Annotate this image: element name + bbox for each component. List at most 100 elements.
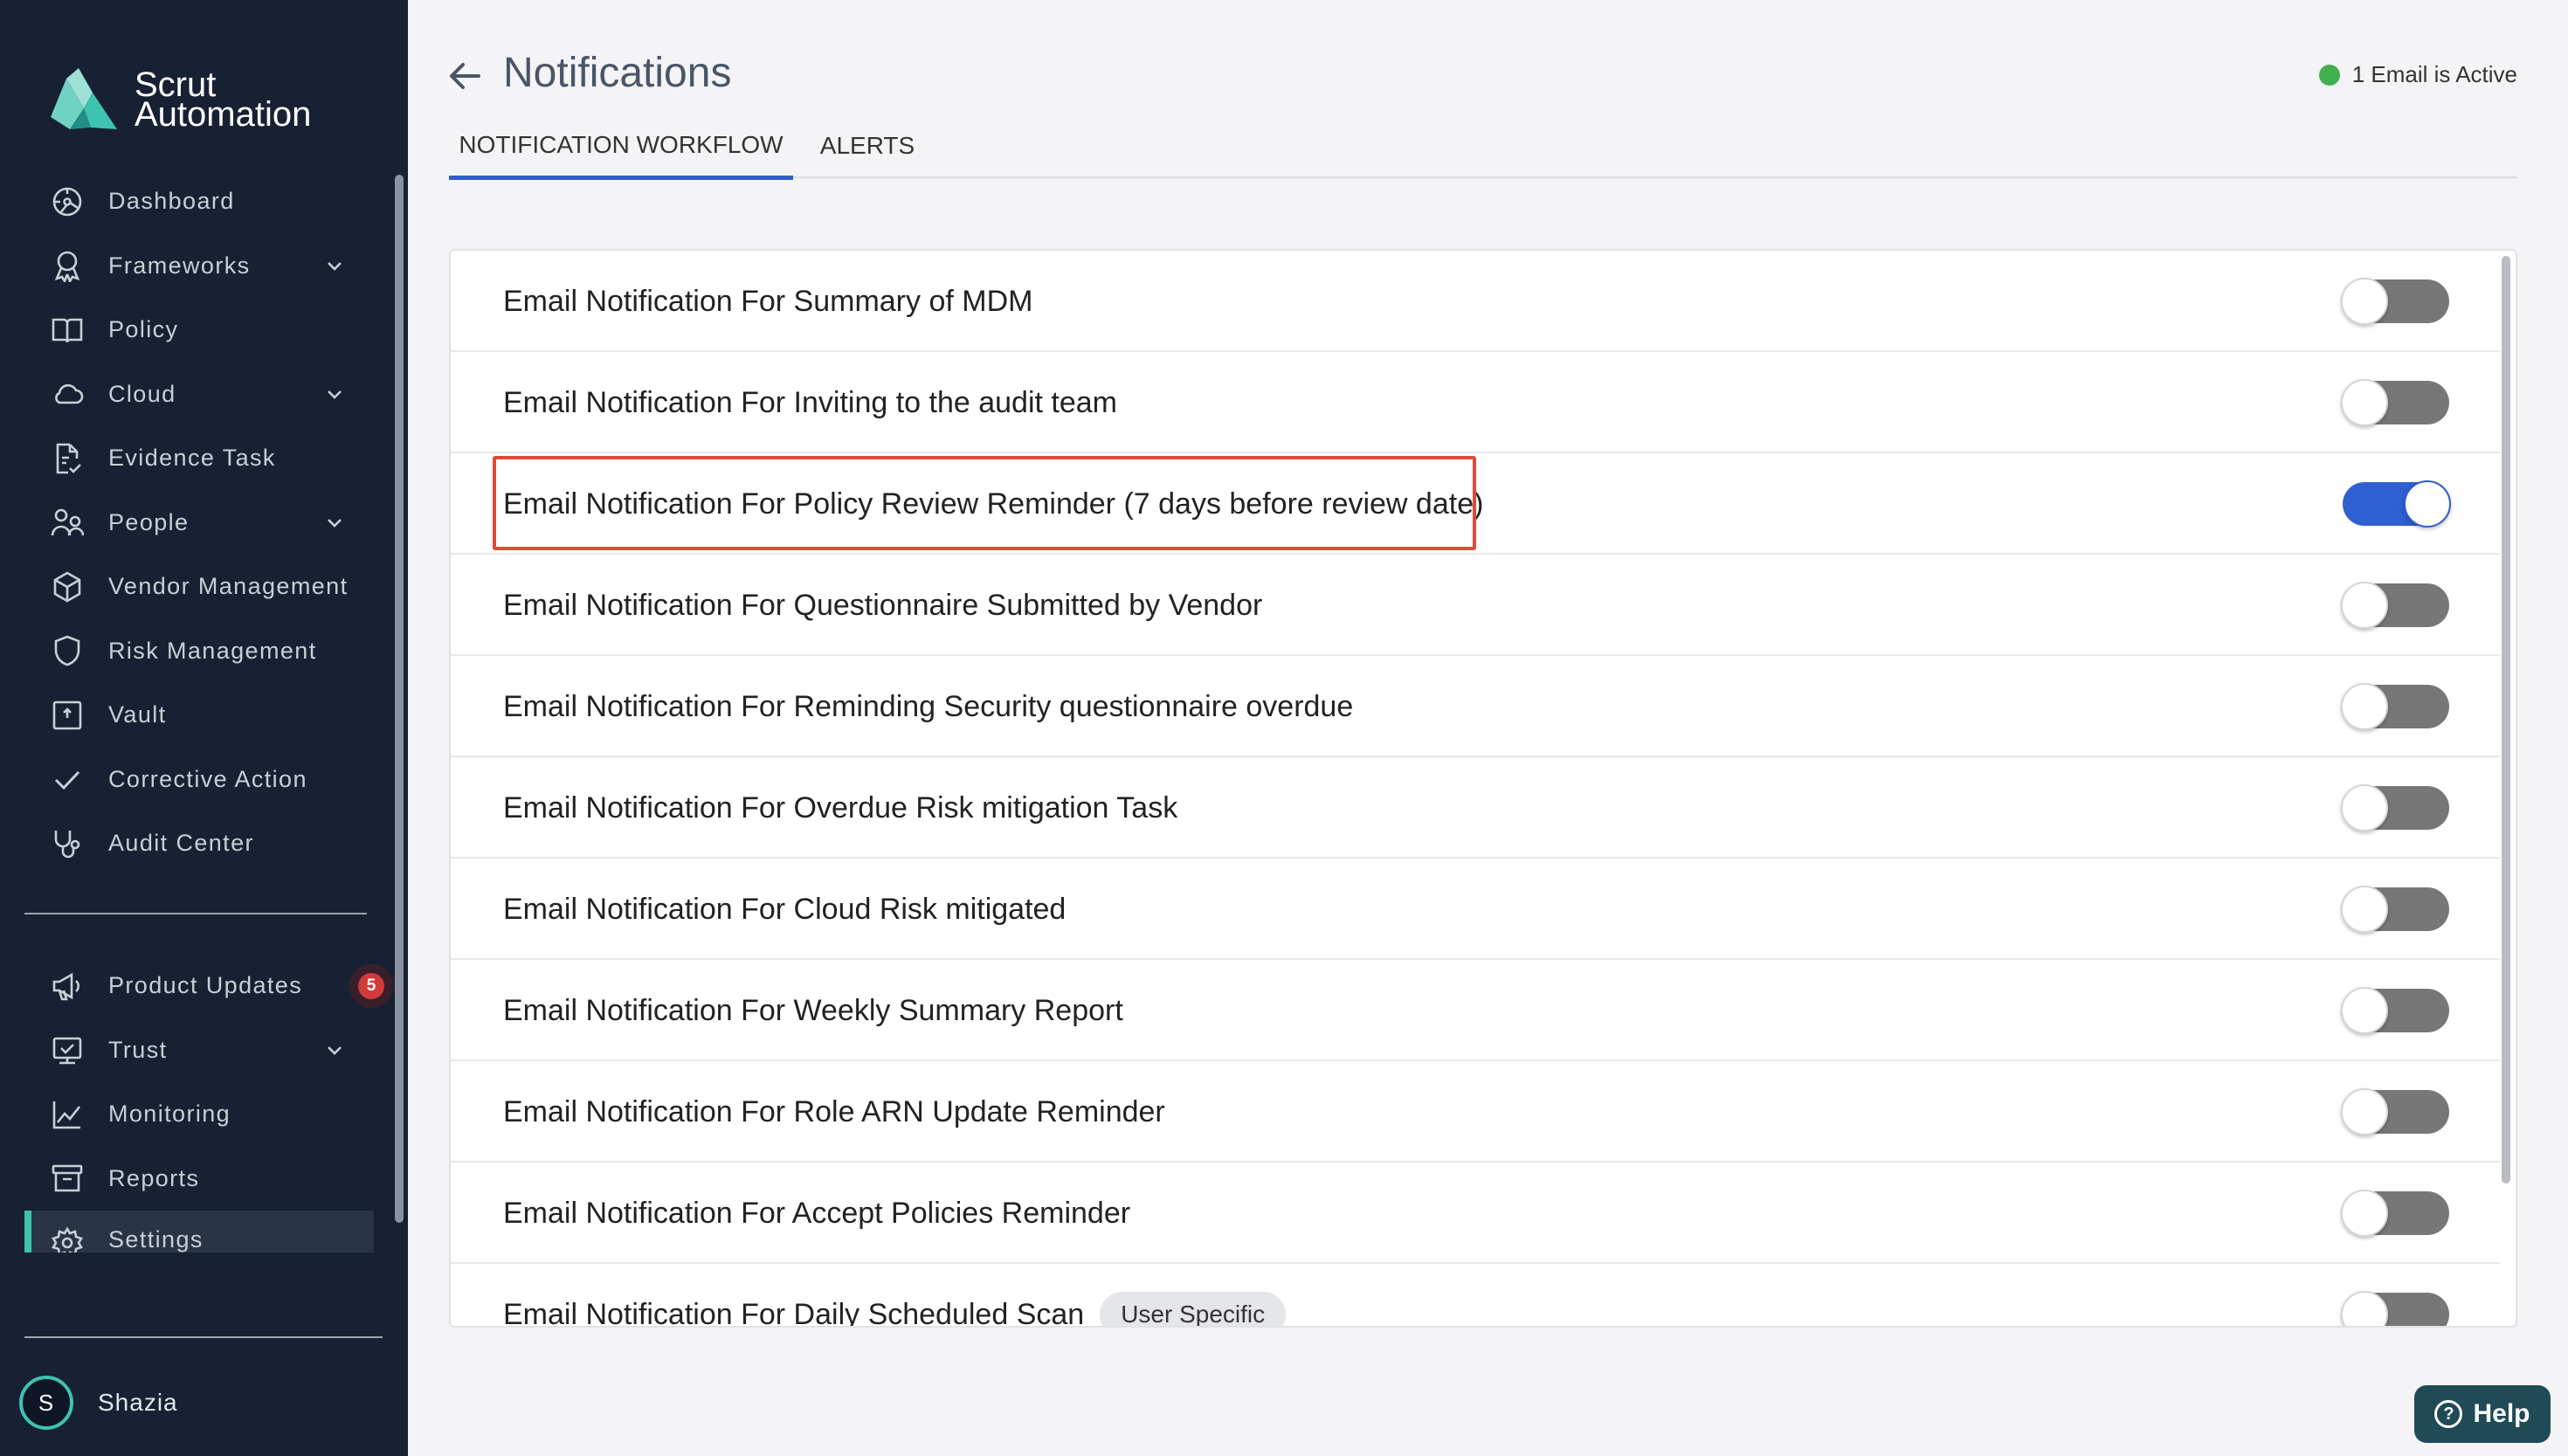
highlight-box: [493, 456, 1476, 550]
sidebar-item-evidence-task[interactable]: Evidence Task: [24, 426, 374, 491]
chevron-down-icon[interactable]: [325, 256, 344, 275]
avatar: S: [19, 1376, 73, 1430]
notification-label: Email Notification For Role ARN Update R…: [503, 1094, 1165, 1128]
check-icon: [51, 763, 84, 796]
notification-label: Email Notification For Weekly Summary Re…: [503, 993, 1123, 1027]
tab-bar: NOTIFICATION WORKFLOW ALERTS: [449, 114, 2517, 180]
chevron-down-icon[interactable]: [325, 513, 344, 532]
notification-toggle[interactable]: [2341, 987, 2449, 1034]
notification-label: Email Notification For Overdue Risk miti…: [503, 790, 1178, 825]
chevron-down-icon[interactable]: [325, 1040, 344, 1059]
notification-label: Email Notification For Cloud Risk mitiga…: [503, 892, 1067, 926]
tab-alerts[interactable]: ALERTS: [802, 114, 933, 178]
back-arrow-icon[interactable]: [447, 58, 484, 94]
chevron-down-icon[interactable]: [325, 384, 344, 404]
trust-icon: [51, 1033, 84, 1066]
toggle-knob: [2341, 1088, 2388, 1135]
sidebar-item-policy[interactable]: Policy: [24, 298, 374, 362]
stethoscope-icon: [51, 827, 84, 860]
user-profile[interactable]: S Shazia: [19, 1376, 178, 1430]
brand-name: Scrut Automation: [135, 66, 312, 134]
tab-notification-workflow[interactable]: NOTIFICATION WORKFLOW: [449, 114, 793, 180]
brand-logo[interactable]: Scrut Automation: [49, 66, 311, 133]
sidebar-item-reports[interactable]: Reports: [24, 1147, 374, 1211]
sidebar-item-corrective-action[interactable]: Corrective Action: [24, 748, 374, 812]
award-icon: [51, 249, 84, 283]
notification-list: Email Notification For Summary of MDM Em…: [449, 249, 2517, 1328]
list-item: Email Notification For Cloud Risk mitiga…: [451, 859, 2500, 960]
notification-toggle[interactable]: [2341, 1291, 2449, 1326]
notification-label-text: Email Notification For Daily Scheduled S…: [503, 1297, 1085, 1328]
megaphone-icon: [51, 970, 84, 1003]
sidebar-item-vendor-management[interactable]: Vendor Management: [24, 555, 374, 619]
evidence-icon: [51, 442, 84, 475]
sidebar-secondary-nav: Product Updates 5 Trust Monitoring Repor…: [24, 954, 393, 1252]
notification-label: Email Notification For Daily Scheduled S…: [503, 1264, 1287, 1328]
notification-label: Email Notification For Summary of MDM: [503, 284, 1033, 318]
sidebar-item-settings[interactable]: Settings: [24, 1211, 374, 1252]
cloud-icon: [51, 377, 84, 411]
list-item: Email Notification For Reminding Securit…: [451, 656, 2500, 757]
notification-toggle[interactable]: [2341, 886, 2449, 933]
sidebar-item-trust[interactable]: Trust: [24, 1018, 374, 1083]
list-item: Email Notification For Inviting to the a…: [451, 352, 2500, 453]
scrut-logo-icon: [51, 68, 117, 129]
people-icon: [51, 506, 84, 539]
list-item: Email Notification For Daily Scheduled S…: [451, 1264, 2500, 1328]
vault-icon: [51, 699, 84, 732]
dashboard-icon: [51, 185, 84, 218]
sidebar-item-dashboard[interactable]: Dashboard: [24, 169, 374, 234]
notification-toggle[interactable]: [2341, 784, 2449, 832]
sidebar-divider: [24, 913, 367, 914]
shield-icon: [51, 634, 84, 667]
notification-label: Email Notification For Accept Policies R…: [503, 1196, 1131, 1230]
sidebar-item-monitoring[interactable]: Monitoring: [24, 1082, 374, 1147]
notification-toggle[interactable]: [2341, 582, 2449, 629]
notification-toggle[interactable]: [2341, 1190, 2449, 1237]
notification-toggle[interactable]: [2341, 379, 2449, 426]
toggle-knob: [2341, 784, 2388, 832]
archive-icon: [51, 1162, 84, 1195]
toggle-knob: [2341, 886, 2388, 933]
user-name: Shazia: [98, 1389, 178, 1416]
sidebar-item-vault[interactable]: Vault: [24, 683, 374, 748]
toggle-knob: [2341, 379, 2388, 426]
sidebar-item-frameworks[interactable]: Frameworks: [24, 234, 374, 299]
gear-icon: [51, 1226, 84, 1252]
chart-line-icon: [51, 1098, 84, 1131]
sidebar-scrollbar[interactable]: [395, 175, 404, 1223]
notification-toggle[interactable]: [2341, 1088, 2449, 1135]
sidebar-item-people[interactable]: People: [24, 491, 374, 555]
notification-label: Email Notification For Questionnaire Sub…: [503, 588, 1263, 622]
status-dot: [2318, 64, 2340, 86]
notification-badge: 5: [349, 964, 393, 1008]
notification-label: Email Notification For Reminding Securit…: [503, 689, 1354, 723]
notification-toggle[interactable]: [2341, 278, 2449, 325]
page-title: Notifications: [503, 50, 732, 96]
toggle-knob: [2341, 582, 2388, 629]
notification-toggle[interactable]: [2343, 480, 2451, 528]
question-icon: ?: [2434, 1400, 2463, 1428]
list-item: Email Notification For Role ARN Update R…: [451, 1061, 2500, 1163]
notification-toggle[interactable]: [2341, 683, 2449, 730]
list-item: Email Notification For Accept Policies R…: [451, 1163, 2500, 1264]
sidebar-item-risk-management[interactable]: Risk Management: [24, 619, 374, 684]
list-item: Email Notification For Questionnaire Sub…: [451, 555, 2500, 656]
sidebar-item-cloud[interactable]: Cloud: [24, 362, 374, 427]
sidebar-item-audit-center[interactable]: Audit Center: [24, 811, 374, 876]
list-item: Email Notification For Summary of MDM: [451, 251, 2500, 352]
user-specific-chip: User Specific: [1100, 1292, 1287, 1326]
sidebar-item-product-updates[interactable]: Product Updates 5: [24, 954, 393, 1018]
sidebar-nav: Dashboard Frameworks Policy Cloud Eviden…: [24, 169, 374, 876]
status-text: 1 Email is Active: [2351, 61, 2517, 87]
notification-label: Email Notification For Inviting to the a…: [503, 385, 1117, 419]
list-scrollbar[interactable]: [2502, 256, 2510, 1183]
toggle-knob: [2341, 683, 2388, 730]
toggle-knob: [2341, 1291, 2388, 1326]
toggle-knob: [2341, 278, 2388, 325]
status-indicator: 1 Email is Active: [2318, 61, 2517, 88]
sidebar-divider: [24, 1336, 383, 1338]
list-item: Email Notification For Overdue Risk miti…: [451, 757, 2500, 859]
help-button[interactable]: ? Help: [2414, 1385, 2551, 1443]
book-icon: [51, 314, 84, 347]
